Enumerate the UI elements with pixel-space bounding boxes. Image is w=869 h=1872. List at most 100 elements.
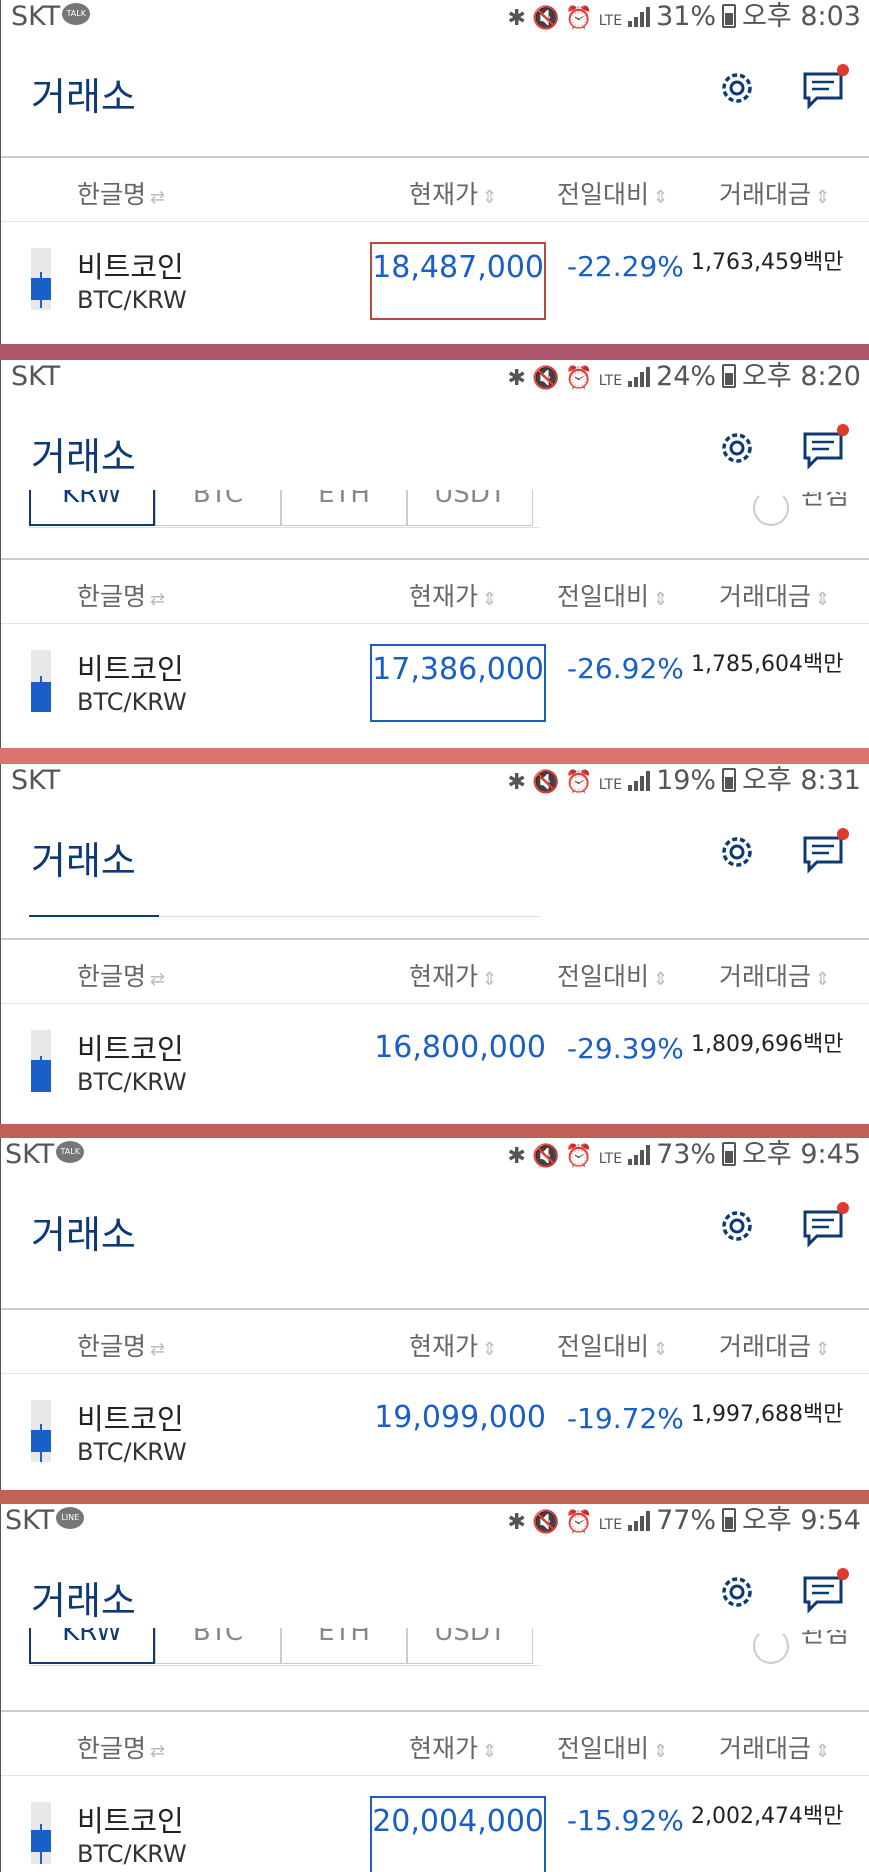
tab-btc[interactable]: BTC bbox=[155, 1628, 281, 1664]
sort-name[interactable]: 한글명 ⇄ bbox=[77, 577, 165, 613]
price-box: 20,004,000 bbox=[370, 1796, 546, 1872]
notification-badge bbox=[837, 1202, 849, 1214]
sort-volume[interactable]: 거래대금 ⇕ bbox=[719, 957, 830, 993]
coin-row[interactable]: 비트코인 BTC/KRW 18,487,000 -22.29% 1,763,45… bbox=[1, 222, 869, 344]
notification-badge bbox=[837, 828, 849, 840]
app-header: 거래소 bbox=[1, 418, 869, 488]
sort-icon: ⇕ bbox=[653, 969, 669, 990]
gear-icon[interactable] bbox=[717, 832, 757, 872]
sort-change[interactable]: 전일대비 ⇕ bbox=[557, 957, 668, 993]
coin-name: 비트코인 bbox=[77, 250, 184, 284]
tab-krw[interactable]: KRW bbox=[29, 1628, 155, 1664]
coin-pair: BTC/KRW bbox=[77, 688, 187, 716]
sort-volume[interactable]: 거래대금 ⇕ bbox=[719, 175, 830, 211]
coin-row[interactable]: 비트코인 BTC/KRW 17,386,000 -26.92% 1,785,60… bbox=[1, 624, 869, 746]
chat-button[interactable] bbox=[801, 828, 849, 876]
sort-change[interactable]: 전일대비 ⇕ bbox=[557, 1327, 668, 1363]
status-bar: SKT ✱ 🔇 ⏰ LTE 19% 오후 8:31 bbox=[1, 764, 869, 798]
coin-row[interactable]: 비트코인 BTC/KRW 19,099,000 -19.72% 1,997,68… bbox=[1, 1374, 869, 1490]
candle-chart-icon bbox=[31, 1400, 51, 1462]
chat-button[interactable] bbox=[801, 1202, 849, 1250]
sort-icon: ⇕ bbox=[653, 187, 669, 208]
tab-usdt[interactable]: USDT bbox=[407, 1628, 533, 1664]
favorite-radio[interactable] bbox=[753, 490, 789, 526]
sort-name[interactable]: 한글명 ⇄ bbox=[77, 1729, 165, 1765]
page-title: 거래소 bbox=[31, 435, 136, 479]
chat-button[interactable] bbox=[801, 424, 849, 472]
mute-icon: 🔇 bbox=[531, 366, 560, 391]
carrier-label: SKT bbox=[5, 1139, 55, 1170]
alarm-icon: ⏰ bbox=[565, 6, 593, 31]
sort-icon: ⇕ bbox=[482, 589, 498, 610]
sort-icon: ⇕ bbox=[815, 1741, 831, 1762]
sort-name[interactable]: 한글명 ⇄ bbox=[77, 957, 165, 993]
battery-percent: 77% bbox=[656, 1505, 717, 1536]
tab-eth[interactable]: ETH bbox=[281, 490, 407, 526]
screenshot-panel-4: SKT TALK ✱ 🔇 ⏰ LTE 73% 오후 9:45 거래소 한글명 ⇄ 현재가 ⇕ 전… bbox=[0, 1138, 869, 1490]
trade-volume: 1,809,696백만 bbox=[691, 1032, 844, 1057]
sort-name[interactable]: 한글명 ⇄ bbox=[77, 1327, 165, 1363]
alarm-icon: ⏰ bbox=[565, 366, 593, 391]
page-title: 거래소 bbox=[31, 1579, 136, 1623]
sort-change[interactable]: 전일대비 ⇕ bbox=[557, 577, 668, 613]
tab-usdt[interactable]: USDT bbox=[407, 490, 533, 526]
candle-chart-icon bbox=[31, 650, 51, 712]
clock: 오후 9:54 bbox=[742, 1505, 861, 1536]
chat-button[interactable] bbox=[801, 64, 849, 112]
favorite-radio[interactable] bbox=[753, 1628, 789, 1664]
sort-volume[interactable]: 거래대금 ⇕ bbox=[719, 1327, 830, 1363]
status-bar: SKT TALK ✱ 🔇 ⏰ LTE 73% 오후 9:45 bbox=[1, 1138, 869, 1172]
alarm-icon: ⏰ bbox=[565, 1144, 593, 1169]
sort-price[interactable]: 현재가 ⇕ bbox=[409, 175, 497, 211]
clock: 오후 9:45 bbox=[742, 1139, 861, 1170]
price-box: 16,800,000 bbox=[370, 1024, 546, 1102]
coin-row[interactable]: 비트코인 BTC/KRW 16,800,000 -29.39% 1,809,69… bbox=[1, 1004, 869, 1124]
tab-krw[interactable]: KRW bbox=[29, 490, 155, 526]
battery-percent: 24% bbox=[656, 361, 717, 392]
mute-icon: 🔇 bbox=[531, 1144, 560, 1169]
signal-icon bbox=[628, 7, 651, 27]
sort-name[interactable]: 한글명 ⇄ bbox=[77, 175, 165, 211]
lte-icon: LTE bbox=[598, 1517, 623, 1533]
column-header: 한글명 ⇄ 현재가 ⇕ 전일대비 ⇕ 거래대금 ⇕ bbox=[1, 1308, 869, 1374]
sort-icon: ⇕ bbox=[482, 969, 498, 990]
bluetooth-icon: ✱ bbox=[507, 366, 526, 391]
sort-price[interactable]: 현재가 ⇕ bbox=[409, 957, 497, 993]
gear-icon[interactable] bbox=[717, 1572, 757, 1612]
sort-price[interactable]: 현재가 ⇕ bbox=[409, 577, 497, 613]
candle-chart-icon bbox=[31, 1802, 51, 1864]
sort-price[interactable]: 현재가 ⇕ bbox=[409, 1729, 497, 1765]
price-box: 17,386,000 bbox=[370, 644, 546, 722]
trade-volume: 2,002,474백만 bbox=[691, 1804, 844, 1829]
current-price: 17,386,000 bbox=[372, 652, 544, 687]
gear-icon[interactable] bbox=[717, 428, 757, 468]
sort-icon: ⇕ bbox=[653, 1741, 669, 1762]
chat-button[interactable] bbox=[801, 1568, 849, 1616]
coin-name: 비트코인 bbox=[77, 1032, 184, 1066]
sort-change[interactable]: 전일대비 ⇕ bbox=[557, 175, 668, 211]
sort-price[interactable]: 현재가 ⇕ bbox=[409, 1327, 497, 1363]
gear-icon[interactable] bbox=[717, 68, 757, 108]
app-header: 거래소 bbox=[1, 822, 869, 892]
change-percent: -15.92% bbox=[567, 1804, 684, 1837]
kakaotalk-notification-icon: TALK bbox=[62, 2, 91, 25]
battery-percent: 73% bbox=[656, 1139, 717, 1170]
trade-volume: 1,785,604백만 bbox=[691, 652, 844, 677]
coin-pair: BTC/KRW bbox=[77, 1068, 187, 1096]
bluetooth-icon: ✱ bbox=[507, 770, 526, 795]
screenshot-panel-3: SKT ✱ 🔇 ⏰ LTE 19% 오후 8:31 거래소 한글명 ⇄ 현재가 ⇕ 전일대비 ⇕… bbox=[0, 764, 869, 1124]
notification-badge bbox=[837, 64, 849, 76]
tab-btc[interactable]: BTC bbox=[155, 490, 281, 526]
sort-icon: ⇕ bbox=[815, 1339, 831, 1360]
sort-icon: ⇕ bbox=[653, 1339, 669, 1360]
sort-change[interactable]: 전일대비 ⇕ bbox=[557, 1729, 668, 1765]
sort-volume[interactable]: 거래대금 ⇕ bbox=[719, 1729, 830, 1765]
tab-eth[interactable]: ETH bbox=[281, 1628, 407, 1664]
screenshot-panel-2: SKT ✱ 🔇 ⏰ LTE 24% 오후 8:20 거래소 KRW BTC ETH USD… bbox=[0, 360, 869, 748]
sort-icon: ⇕ bbox=[482, 1741, 498, 1762]
sort-volume[interactable]: 거래대금 ⇕ bbox=[719, 577, 830, 613]
gear-icon[interactable] bbox=[717, 1206, 757, 1246]
swap-icon: ⇄ bbox=[150, 1339, 166, 1360]
coin-row[interactable]: 비트코인 BTC/KRW 20,004,000 -15.92% 2,002,47… bbox=[1, 1776, 869, 1872]
screenshot-panel-1: SKT TALK ✱ 🔇 ⏰ LTE 31% 오후 8:03 거래소 한글명 ⇄ 현재가 ⇕ 전… bbox=[0, 0, 869, 344]
